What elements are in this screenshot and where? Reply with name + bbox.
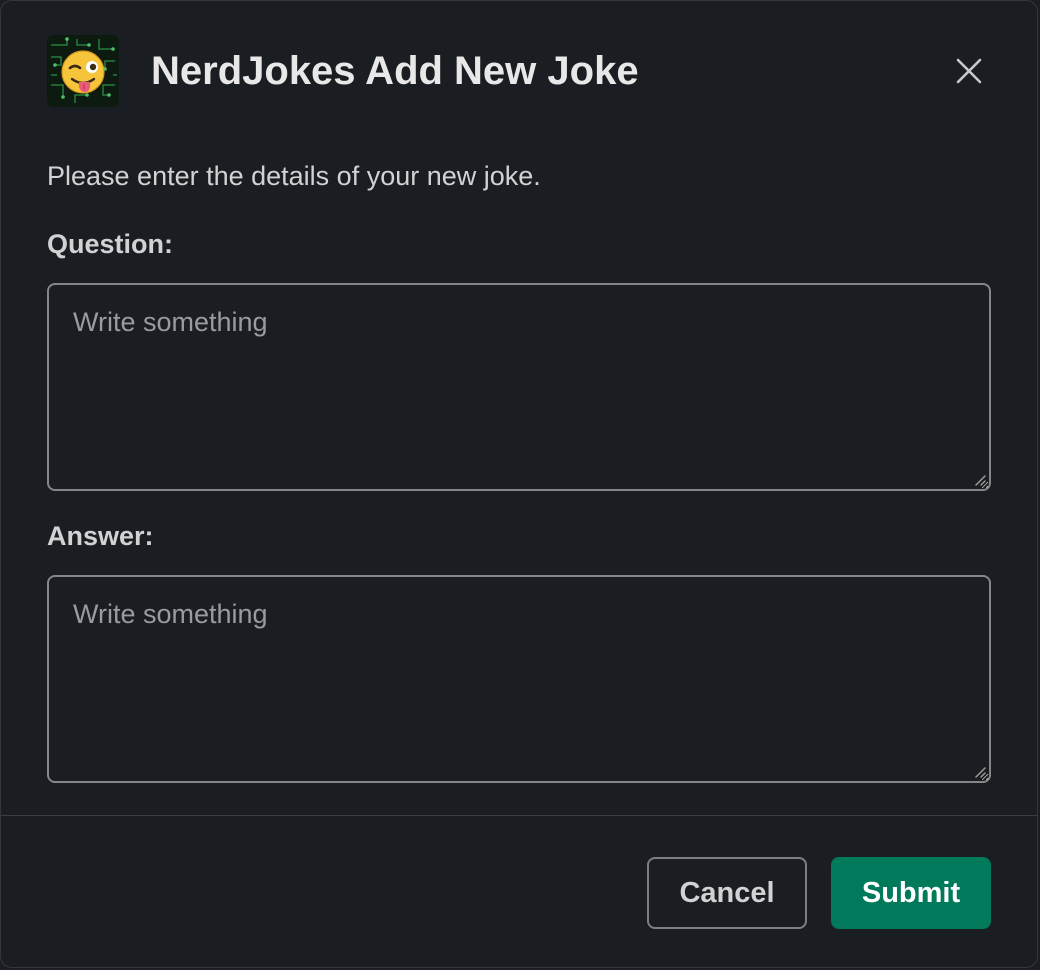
answer-label: Answer:: [47, 521, 154, 551]
cancel-button[interactable]: Cancel: [647, 857, 807, 929]
close-button[interactable]: [947, 49, 991, 93]
question-input[interactable]: [47, 283, 991, 491]
answer-input[interactable]: [47, 575, 991, 783]
close-icon: [956, 58, 982, 84]
intro-text: Please enter the details of your new jok…: [47, 161, 541, 191]
submit-button[interactable]: Submit: [831, 857, 991, 929]
modal-title: NerdJokes Add New Joke: [151, 48, 639, 93]
modal-header: NerdJokes Add New Joke: [47, 35, 991, 107]
question-label: Question:: [47, 229, 173, 259]
footer-divider: [1, 815, 1037, 816]
add-joke-modal: NerdJokes Add New Joke Please enter the …: [0, 0, 1038, 968]
winking-face-tongue-emoji-icon: [47, 35, 119, 107]
